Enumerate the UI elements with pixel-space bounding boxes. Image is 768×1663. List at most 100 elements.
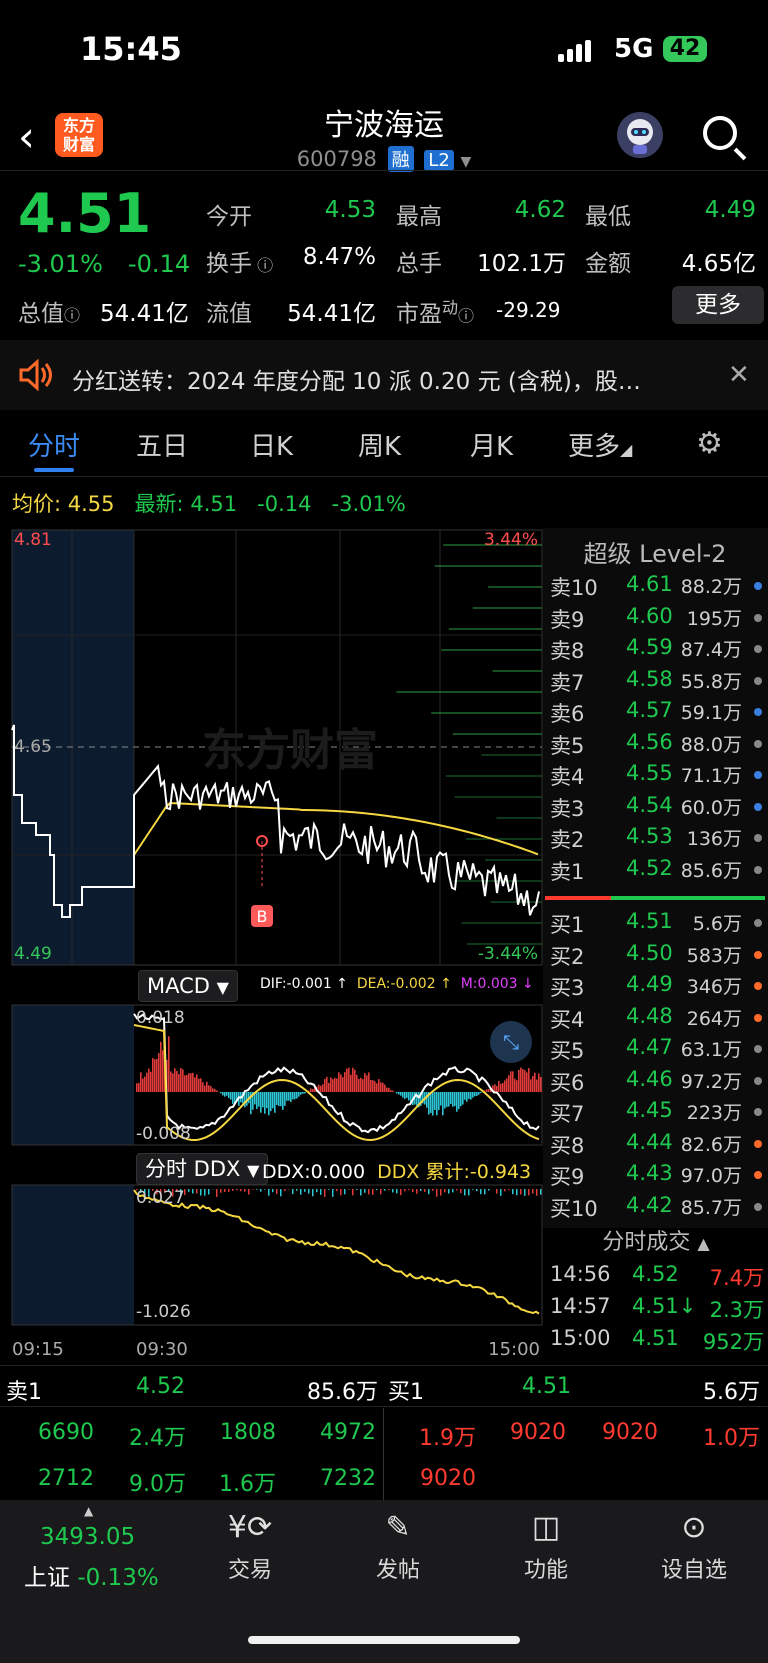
macd-bar (512, 1071, 514, 1092)
macd-bar (532, 1076, 534, 1092)
index-line[interactable]: 上证 -0.13% (24, 1558, 159, 1592)
amount-label: 金额 (585, 251, 631, 277)
ddx-bar (280, 1189, 282, 1197)
intraday-chart[interactable]: 东方财富 B 4.81 4.65 4.49 3.44% -3.44% 0.018… (0, 525, 545, 1365)
macd-bar (206, 1081, 208, 1092)
order-book-row[interactable]: 买8 4.44 82.6万 (550, 1130, 762, 1160)
assistant-avatar-icon[interactable] (617, 112, 663, 158)
order-book-row[interactable]: 卖9 4.60 195万 (550, 604, 762, 634)
ddx-bar (284, 1189, 286, 1191)
ddx-bar (540, 1189, 542, 1195)
tick-row: 15:00 4.51 952万 (550, 1326, 764, 1356)
tab-intraday[interactable]: 分时 (28, 426, 80, 463)
order-book-row[interactable]: 买10 4.42 85.7万 (550, 1193, 762, 1223)
search-icon[interactable] (703, 116, 737, 150)
order-book-row[interactable]: 卖5 4.56 88.0万 (550, 730, 762, 760)
ask-queue-item: 4972 (320, 1420, 376, 1445)
order-book-row[interactable]: 买7 4.45 223万 (550, 1098, 762, 1128)
nav-function[interactable]: ◫ 功能 (486, 1510, 606, 1584)
level-label: 卖1 (550, 859, 585, 884)
nav-trade[interactable]: ¥⟳ 交易 (190, 1510, 310, 1584)
order-book-row[interactable]: 卖7 4.58 55.8万 (550, 667, 762, 697)
level-label: 买4 (550, 1007, 585, 1032)
order-book-row[interactable]: 卖10 4.61 88.2万 (550, 572, 762, 602)
order-book-row[interactable]: 买3 4.49 346万 (550, 972, 762, 1002)
macd-bar (322, 1084, 324, 1092)
level2-title[interactable]: 超级 Level-2 (545, 534, 765, 569)
ddx-bar (508, 1189, 510, 1191)
home-indicator (248, 1636, 520, 1644)
macd-selector[interactable]: MACD ▼ (138, 970, 238, 1002)
macd-bar (200, 1078, 202, 1092)
price-top-label: 4.81 (14, 530, 52, 550)
level-label: 卖7 (550, 670, 585, 695)
order-book-row[interactable]: 买5 4.47 63.1万 (550, 1035, 762, 1065)
tab-month-k[interactable]: 月K (470, 426, 513, 463)
macd-bar (382, 1082, 384, 1092)
tab-day-k[interactable]: 日K (250, 426, 293, 463)
ddx-bar (528, 1189, 530, 1196)
ddx-bar (352, 1189, 354, 1196)
macd-bar (536, 1079, 538, 1092)
tick-volume: 7.4万 (709, 1266, 764, 1290)
ddx-bar (440, 1189, 442, 1196)
ddx-selector[interactable]: 分时 DDX ▼ (136, 1153, 269, 1185)
level-label: 买8 (550, 1133, 585, 1158)
tab-more[interactable]: 更多◢ (568, 426, 632, 463)
level-price: 4.52 (626, 855, 673, 880)
order-book-row[interactable]: 卖3 4.54 60.0万 (550, 793, 762, 823)
macd-bar (510, 1071, 512, 1092)
gear-icon[interactable]: ⚙ (696, 426, 723, 461)
ddx-bar (264, 1189, 266, 1190)
ddx-bar (360, 1189, 362, 1196)
depth-bars (396, 544, 542, 945)
tab-week-k[interactable]: 周K (358, 426, 401, 463)
ask-queue-item: 7232 (320, 1466, 376, 1491)
more-button[interactable]: 更多 (672, 286, 764, 324)
tick-price: 4.51 (632, 1326, 679, 1350)
ddx-bar (516, 1189, 518, 1196)
macd-bar (400, 1092, 402, 1096)
order-book-row[interactable]: 买9 4.43 97.0万 (550, 1161, 762, 1191)
order-book-row[interactable]: 卖6 4.57 59.1万 (550, 698, 762, 728)
macd-bar (360, 1077, 362, 1092)
macd-bar (280, 1092, 282, 1107)
level-volume: 97.2万 (680, 1070, 742, 1093)
level-volume: 264万 (686, 1007, 742, 1030)
margin-badge: 融 (387, 146, 414, 172)
order-book-row[interactable]: 买1 4.51 5.6万 (550, 909, 762, 939)
macd-bar (446, 1092, 448, 1107)
ticks-title[interactable]: 分时成交 ▲ (548, 1224, 764, 1256)
level-dot (754, 919, 762, 927)
macd-bar (288, 1092, 290, 1101)
ddx-bar (236, 1189, 238, 1191)
macd-bar (530, 1079, 532, 1092)
order-book-row[interactable]: 卖8 4.59 87.4万 (550, 635, 762, 665)
pe-label[interactable]: 市盈动ⓘ (396, 294, 474, 329)
nav-post[interactable]: ✎ 发帖 (338, 1510, 458, 1584)
macd-bar (516, 1080, 518, 1092)
macd-bar (408, 1092, 410, 1101)
mcap-label[interactable]: 总值ⓘ (18, 294, 80, 328)
grid-icon: ◫ (531, 1510, 561, 1545)
macd-bar (170, 1071, 172, 1092)
tab-five-day[interactable]: 五日 (136, 426, 188, 463)
macd-bar (286, 1092, 288, 1101)
order-book-row[interactable]: 买6 4.46 97.2万 (550, 1067, 762, 1097)
close-icon[interactable]: ✕ (728, 360, 750, 390)
order-book-row[interactable]: 买2 4.50 583万 (550, 941, 762, 971)
order-book-row[interactable]: 买4 4.48 264万 (550, 1004, 762, 1034)
level-dot (754, 1076, 762, 1085)
tab-underline (34, 468, 74, 472)
nav-watchlist[interactable]: ⊙ 设自选 (634, 1510, 754, 1584)
macd-bar (378, 1079, 380, 1092)
order-book-row[interactable]: 卖1 4.52 85.6万 (550, 856, 762, 886)
index-value[interactable]: 3493.05 (40, 1524, 135, 1550)
turnover-label[interactable]: 换手 ⓘ (206, 244, 273, 278)
pct-bottom-label: -3.44% (478, 944, 538, 964)
macd-bar (228, 1092, 230, 1099)
level-price: 4.48 (626, 1003, 673, 1028)
order-book-row[interactable]: 卖2 4.53 136万 (550, 824, 762, 854)
ddx-bar (380, 1189, 382, 1195)
order-book-row[interactable]: 卖4 4.55 71.1万 (550, 761, 762, 791)
